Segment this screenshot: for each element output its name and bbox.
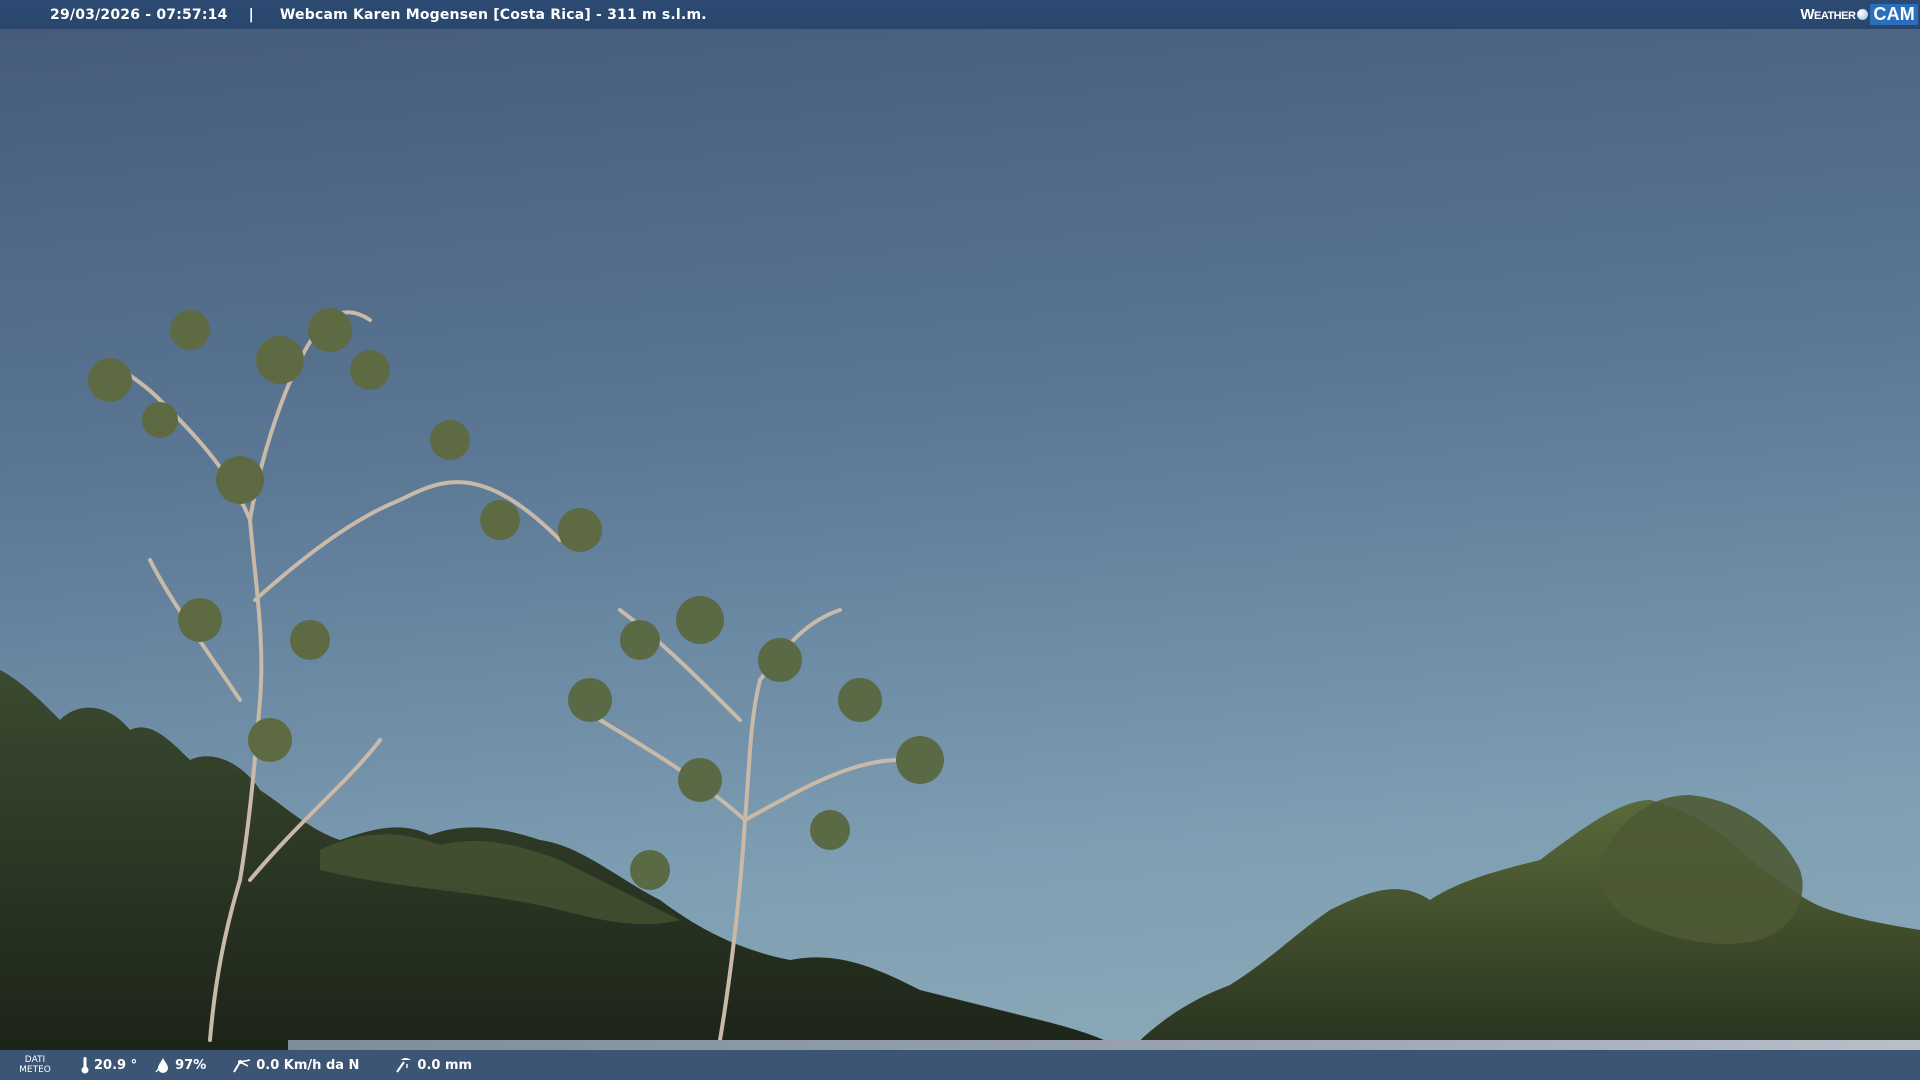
temperature-value: 20.9 ° [94, 1057, 138, 1073]
rain-value: 0.0 mm [417, 1057, 473, 1073]
timestamp: 29/03/2026 - 07:57:14 [50, 6, 228, 23]
weathercam-logo[interactable]: Weather CAM [1800, 2, 1918, 26]
weather-data-bar: DATI METEO 20.9 ° 97% 0.0 Km/h da N 0.0 … [0, 1050, 1920, 1080]
rain-gauge-icon [396, 1058, 412, 1073]
meteo-label: DATI METEO [19, 1055, 51, 1075]
header-bar: 29/03/2026 - 07:57:14 | Webcam Karen Mog… [0, 0, 1920, 29]
wind-icon [233, 1059, 251, 1073]
bottom-strip [288, 1040, 1920, 1050]
webcam-title: Webcam Karen Mogensen [Costa Rica] - 311… [279, 6, 707, 23]
logo-text-weather: Weather [1800, 5, 1856, 23]
humidity-readout: 97% [155, 1057, 206, 1073]
thermometer-icon [81, 1057, 89, 1074]
logo-text-cam: CAM [1870, 3, 1918, 25]
wind-readout: 0.0 Km/h da N [232, 1056, 359, 1074]
logo-globe-icon [1857, 8, 1869, 20]
rain-readout: 0.0 mm [395, 1056, 472, 1074]
humidity-icon [155, 1058, 169, 1073]
separator: | [248, 6, 254, 23]
humidity-value: 97% [175, 1057, 207, 1073]
webcam-image [0, 0, 1920, 1080]
webcam-viewer: 29/03/2026 - 07:57:14 | Webcam Karen Mog… [0, 0, 1920, 1080]
temperature-readout: 20.9 ° [80, 1056, 137, 1074]
wind-value: 0.0 Km/h da N [256, 1057, 360, 1073]
